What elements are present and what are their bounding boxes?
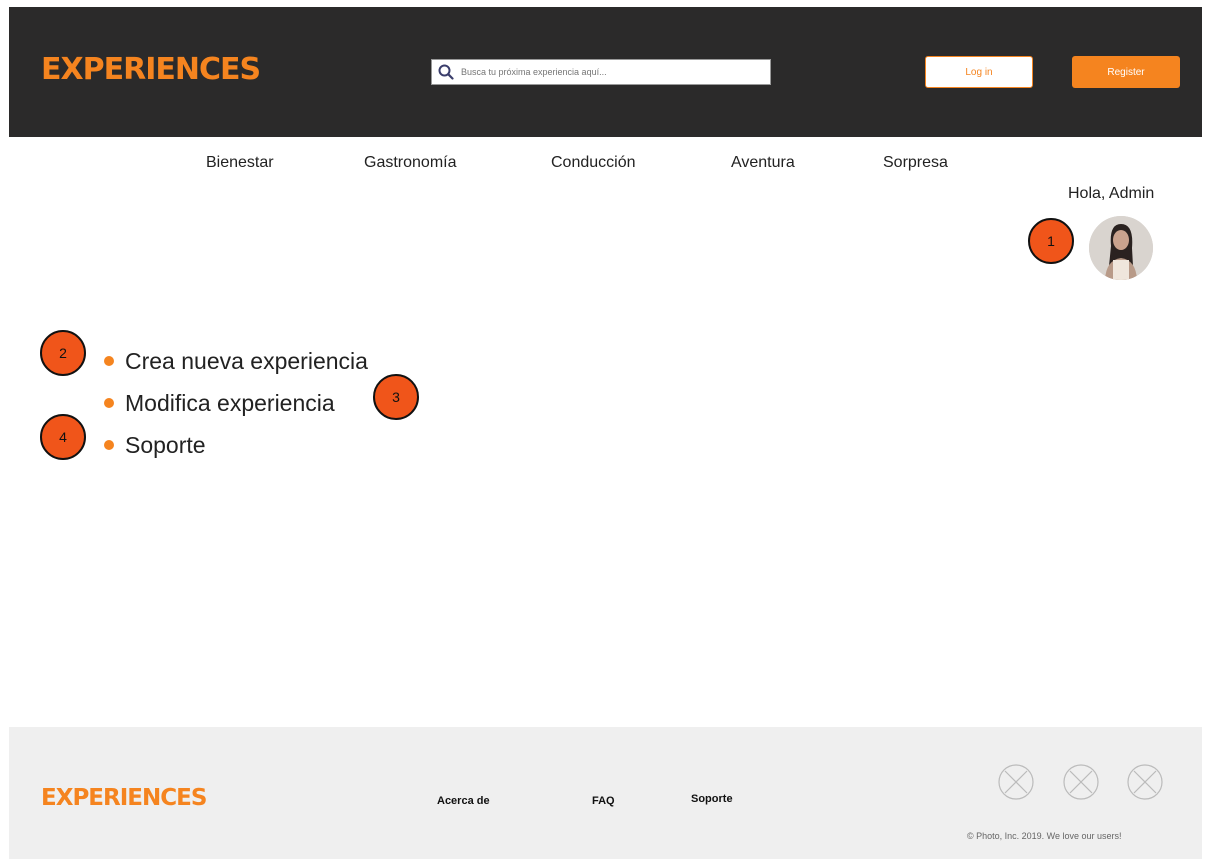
social-icon-1[interactable] xyxy=(998,764,1034,800)
menu-item-label: Soporte xyxy=(125,431,206,458)
user-greeting: Hola, Admin xyxy=(1068,185,1155,202)
nav-item-conduccion[interactable]: Conducción xyxy=(551,154,636,172)
menu-item-support[interactable]: Soporte xyxy=(104,424,368,466)
logo[interactable]: EXPERIENCES xyxy=(41,52,261,87)
footer-logo[interactable]: EXPERIENCES xyxy=(41,785,207,811)
register-button[interactable]: Register xyxy=(1072,56,1180,88)
login-button[interactable]: Log in xyxy=(925,56,1033,88)
footer-link-support[interactable]: Soporte xyxy=(691,793,733,805)
nav-item-sorpresa[interactable]: Sorpresa xyxy=(883,154,948,172)
search-icon xyxy=(438,64,454,80)
social-icon-3[interactable] xyxy=(1127,764,1163,800)
search-bar[interactable] xyxy=(431,59,771,85)
nav-item-aventura[interactable]: Aventura xyxy=(731,154,795,172)
menu-item-label: Modifica experiencia xyxy=(125,389,335,416)
search-input[interactable] xyxy=(459,66,763,78)
menu-item-label: Crea nueva experiencia xyxy=(125,347,368,374)
top-header: EXPERIENCES Log in Register xyxy=(9,7,1202,137)
bullet-icon xyxy=(104,398,114,408)
menu-item-modify-experience[interactable]: Modifica experiencia xyxy=(104,382,368,424)
admin-menu: Crea nueva experiencia Modifica experien… xyxy=(104,340,368,466)
avatar[interactable] xyxy=(1089,216,1153,280)
nav-item-bienestar[interactable]: Bienestar xyxy=(206,154,274,172)
callout-1: 1 xyxy=(1028,218,1074,264)
avatar-image xyxy=(1089,216,1153,280)
callout-3: 3 xyxy=(373,374,419,420)
social-icon-2[interactable] xyxy=(1063,764,1099,800)
callout-4: 4 xyxy=(40,414,86,460)
copyright: © Photo, Inc. 2019. We love our users! xyxy=(967,831,1122,841)
menu-item-create-experience[interactable]: Crea nueva experiencia xyxy=(104,340,368,382)
bullet-icon xyxy=(104,356,114,366)
callout-2: 2 xyxy=(40,330,86,376)
bullet-icon xyxy=(104,440,114,450)
nav-item-gastronomia[interactable]: Gastronomía xyxy=(364,154,456,172)
footer-link-faq[interactable]: FAQ xyxy=(592,795,615,807)
category-nav: Bienestar Gastronomía Conducción Aventur… xyxy=(0,154,1210,174)
footer: EXPERIENCES Acerca de FAQ Soporte © Phot… xyxy=(9,727,1202,859)
footer-link-about[interactable]: Acerca de xyxy=(437,795,490,807)
